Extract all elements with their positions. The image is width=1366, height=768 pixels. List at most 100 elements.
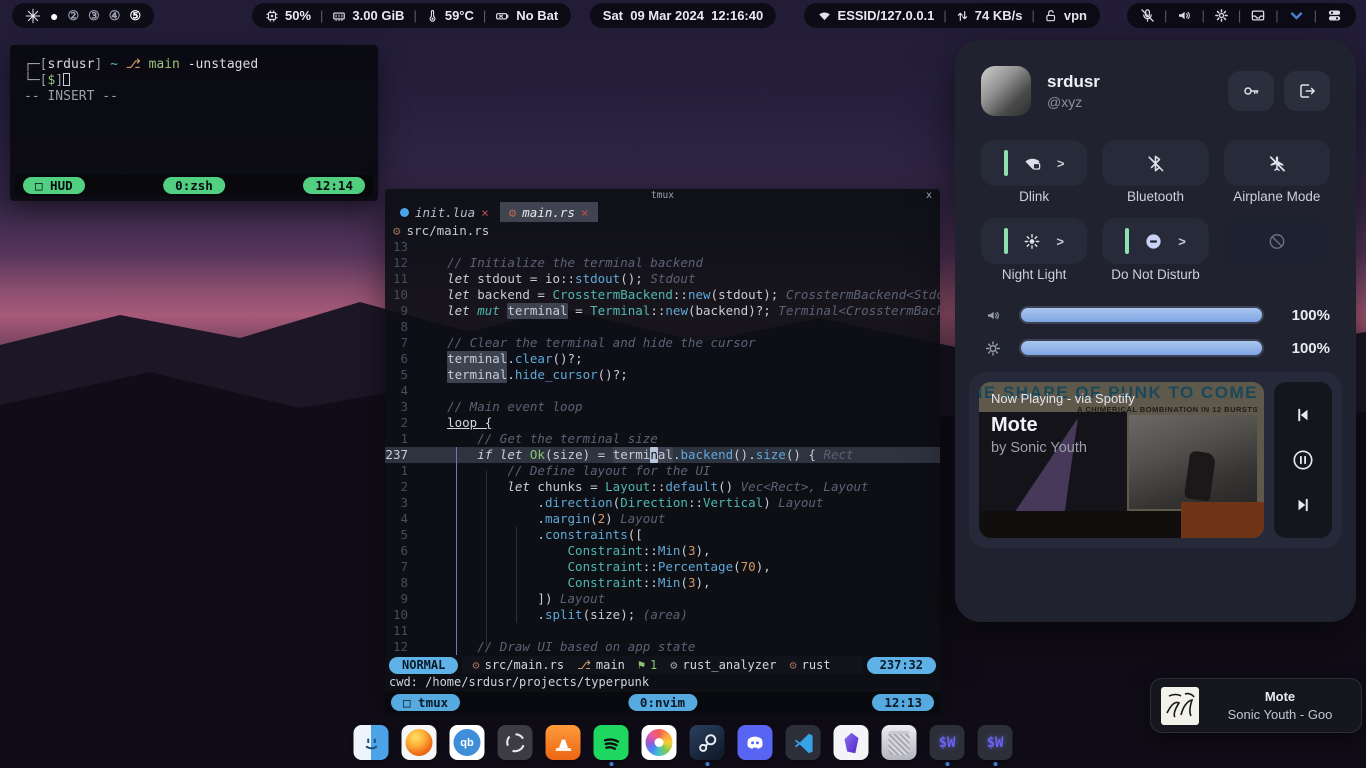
workspace-1[interactable]: ● [50,8,58,24]
buffer-tabs: init.lua×⚙main.rs× [385,202,940,222]
breadcrumb-path: src/main.rs [407,223,490,238]
wifi-status[interactable]: ESSID/127.0.0.1 [817,8,935,23]
user-identity: srdusr @xyz [1047,72,1218,110]
lock-keys-button[interactable] [1228,71,1274,111]
toggle-tile-airplane[interactable] [1224,140,1330,186]
code-line: 7 // Clear the terminal and hide the cur… [385,335,940,351]
tmux-session-pill[interactable]: □ tmux [391,694,460,711]
memory-icon [332,9,346,23]
workspace-3[interactable]: ③ [88,8,100,24]
previous-button[interactable] [1287,399,1319,431]
line-number: 12 [385,639,417,655]
window-close-button[interactable]: x [926,189,932,202]
code-line: 3 // Main event loop [385,399,940,415]
thermometer-icon [426,9,439,23]
line-number: 12 [385,255,417,271]
code-line: 3 .direction(Direction::Vertical) Layout [385,495,940,511]
code-line: 8 [385,319,940,335]
dock-item [594,725,629,766]
mic-muted-icon[interactable] [1140,8,1155,23]
tab-close-icon[interactable]: × [581,205,589,220]
steam-icon[interactable] [690,725,725,760]
toggle-tile-bluetooth[interactable] [1102,140,1208,186]
vscode-icon[interactable] [786,725,821,760]
line-number: 3 [385,399,417,415]
blocked-icon [1267,232,1287,251]
vpn-status[interactable]: vpn [1044,8,1087,23]
chevron-right-icon[interactable]: > [1178,234,1186,249]
statusline-items: ⚙src/main.rs⎇main⚑1⚙rust_analyzer⚙rust [462,656,862,674]
tab-close-icon[interactable]: × [481,205,489,220]
dock: qb $W $W [354,725,1013,766]
dock-item [642,725,677,766]
brightness-slider[interactable] [1019,339,1264,357]
toggle-tile-empty[interactable] [1224,218,1330,264]
gear-icon[interactable] [1214,8,1229,23]
discord-icon[interactable] [738,725,773,760]
tmux-window-pill[interactable]: 0:zsh [163,177,225,194]
code-line: 4 [385,383,940,399]
line-number: 2 [385,479,417,495]
tmux-window-pill[interactable]: 0:nvim [628,694,697,711]
tmux-clock-pill: 12:14 [303,177,365,194]
toggle-tile-night-light[interactable]: > [981,218,1087,264]
obs-icon[interactable] [498,725,533,760]
distro-logo-icon[interactable] [25,8,41,24]
qbittorrent-icon[interactable]: qb [450,725,485,760]
code-line: 10 .split(size); (area) [385,607,940,623]
chevron-down-icon[interactable] [1288,8,1305,23]
next-button[interactable] [1287,489,1319,521]
finder-icon[interactable] [354,725,389,760]
bluetooth-off-icon [1146,154,1165,173]
workspace-4[interactable]: ④ [109,8,121,24]
workspace-5[interactable]: ⑤ [129,8,141,24]
editor-window[interactable]: tmux x init.lua×⚙main.rs× ⚙ src/main.rs … [385,189,940,698]
running-indicator [945,762,949,766]
inbox-icon[interactable] [1250,8,1266,23]
firefox-icon[interactable] [402,725,437,760]
clock[interactable]: Sat 09 Mar 2024 12:16:40 [590,3,776,28]
battery-icon [495,9,510,23]
wifi-icon [817,9,832,23]
photos-icon[interactable] [642,725,677,760]
stats-island: 50% | 3.00 GiB | 59°C | No Bat [252,3,571,28]
sw-app-2-icon[interactable]: $W [978,725,1013,760]
tab-label: main.rs [522,205,575,220]
chevron-right-icon[interactable]: > [1057,156,1065,171]
tab-init.lua[interactable]: init.lua× [391,202,498,222]
sw-app-1-icon[interactable]: $W [930,725,965,760]
line-number: 6 [385,543,417,559]
volume-slider[interactable] [1019,306,1264,324]
toggle-tile-dnd[interactable]: > [1102,218,1208,264]
trash-icon[interactable] [882,725,917,760]
active-indicator [1125,228,1129,254]
lua-icon [400,208,409,217]
pause-button[interactable] [1287,444,1319,476]
separator: | [943,8,946,23]
speaker-icon[interactable] [1176,8,1192,23]
vlc-icon[interactable] [546,725,581,760]
workspace-2[interactable]: ② [67,8,79,24]
window-title: tmux [651,190,674,201]
notification-popup[interactable]: Mote Sonic Youth - Goo [1150,678,1362,733]
album-art[interactable]: THE SHAPE OF PUNK TO COME A CHIMERICAL B… [979,382,1264,538]
code-area[interactable]: 1312 // Initialize the terminal backend1… [385,239,940,655]
tab-main.rs[interactable]: ⚙main.rs× [500,202,598,222]
dock-item [402,725,437,766]
obsidian-icon[interactable] [834,725,869,760]
logout-button[interactable] [1284,71,1330,111]
chevron-right-icon[interactable]: > [1056,234,1064,249]
statusline-item-text: 1 [650,658,657,672]
spotify-icon[interactable] [594,725,629,760]
statusline-item-text: src/main.rs [485,658,564,672]
statusline-item-icon: ⚙ [472,658,479,672]
tmux-session-pill[interactable]: □ HUD [23,177,85,194]
code-line: 11 let stdout = io::stdout(); Stdout [385,271,940,287]
active-indicator [1004,150,1008,176]
code-line: 1 // Get the terminal size [385,431,940,447]
dock-toggle-icon[interactable] [1326,8,1343,23]
code-line: 9 let mut terminal = Terminal::new(backe… [385,303,940,319]
terminal-window[interactable]: ┌─[srdusr] ~ ⎇ main -unstaged └─[$] -- I… [10,45,378,201]
toggle-tile-wifi[interactable]: > [981,140,1087,186]
dock-item [498,725,533,766]
